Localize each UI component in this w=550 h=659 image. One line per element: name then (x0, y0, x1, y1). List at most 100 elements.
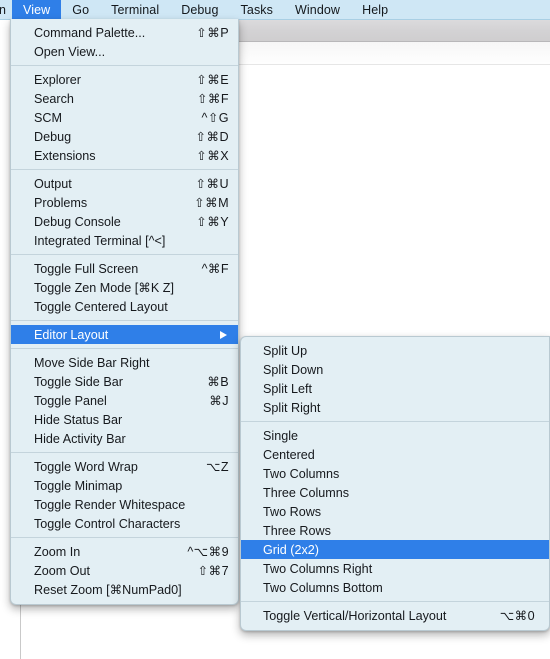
view-menu-item-integrated-terminal[interactable]: Integrated Terminal [^<] (11, 231, 238, 250)
menu-item-shortcut: ⇧⌘Y (196, 215, 229, 229)
menu-item-label: Two Columns (263, 466, 340, 481)
menu-item-shortcut: ⌘B (207, 375, 229, 389)
editor-layout-item-split-down[interactable]: Split Down (241, 360, 549, 379)
menu-item-label: Command Palette... (34, 25, 146, 40)
menu-item-label: Toggle Zen Mode [⌘K Z] (34, 281, 174, 295)
menu-item-label: Search (34, 91, 74, 106)
view-menu-item-extensions[interactable]: Extensions ⇧⌘X (11, 146, 238, 165)
editor-layout-item-two-columns-right[interactable]: Two Columns Right (241, 559, 549, 578)
editor-layout-item-two-columns-bottom[interactable]: Two Columns Bottom (241, 578, 549, 597)
menubar-item-go[interactable]: Go (61, 0, 100, 19)
view-menu-item-search[interactable]: Search ⇧⌘F (11, 89, 238, 108)
editor-layout-item-centered[interactable]: Centered (241, 445, 549, 464)
view-menu-item-problems[interactable]: Problems ⇧⌘M (11, 193, 238, 212)
menu-item-label: Output (34, 176, 72, 191)
menu-separator (11, 320, 238, 321)
menubar-item-window[interactable]: Window (284, 0, 351, 19)
menu-item-label: Toggle Vertical/Horizontal Layout (263, 608, 447, 623)
menu-item-label: Reset Zoom [⌘NumPad0] (34, 583, 182, 597)
view-menu-item-editor-layout[interactable]: Editor Layout (11, 325, 238, 344)
menu-item-label: Integrated Terminal [^<] (34, 233, 166, 248)
menu-item-label: Extensions (34, 148, 96, 163)
menu-separator (11, 169, 238, 170)
menu-item-shortcut: ⌥⌘0 (499, 609, 535, 623)
view-menu-item-toggle-centered-layout[interactable]: Toggle Centered Layout (11, 297, 238, 316)
menu-item-label: Open View... (34, 44, 106, 59)
menu-item-label: Debug (34, 129, 72, 144)
view-menu-panel: Command Palette... ⇧⌘P Open View... Explore… (10, 19, 239, 605)
menu-item-label: Toggle Word Wrap (34, 459, 138, 474)
menu-item-label: Centered (263, 447, 315, 462)
menu-item-label: Single (263, 428, 299, 443)
view-menu-item-toggle-side-bar[interactable]: Toggle Side Bar ⌘B (11, 372, 238, 391)
menu-item-label: Hide Status Bar (34, 412, 123, 427)
submenu-chevron-right-icon (220, 330, 227, 339)
menu-item-shortcut: ⇧⌘E (196, 73, 229, 87)
menubar-item-view[interactable]: View (12, 0, 62, 19)
menu-item-label: Three Rows (263, 523, 331, 538)
view-menu-item-explorer[interactable]: Explorer ⇧⌘E (11, 70, 238, 89)
menu-separator (11, 452, 238, 453)
view-menu-item-zoom-out[interactable]: Zoom Out ⇧⌘7 (11, 561, 238, 580)
editor-layout-item-split-right[interactable]: Split Right (241, 398, 549, 417)
menu-item-label: Move Side Bar Right (34, 355, 150, 370)
view-menu-item-command-palette[interactable]: Command Palette... ⇧⌘P (11, 23, 238, 42)
menu-item-shortcut: ⇧⌘X (196, 149, 229, 163)
view-menu-item-toggle-word-wrap[interactable]: Toggle Word Wrap ⌥Z (11, 457, 238, 476)
editor-layout-item-grid-2x2[interactable]: Grid (2x2) (241, 540, 549, 559)
menu-separator (11, 65, 238, 66)
view-menu-item-open-view[interactable]: Open View... (11, 42, 238, 61)
menu-item-shortcut: ^⇧G (201, 111, 229, 125)
editor-layout-item-split-up[interactable]: Split Up (241, 341, 549, 360)
editor-layout-item-single[interactable]: Single (241, 426, 549, 445)
menu-separator (11, 348, 238, 349)
view-menu-item-reset-zoom-numpad0[interactable]: Reset Zoom [⌘NumPad0] (11, 580, 238, 599)
menu-item-label: Hide Activity Bar (34, 431, 126, 446)
editor-layout-item-two-rows[interactable]: Two Rows (241, 502, 549, 521)
menu-item-shortcut: ⌥Z (205, 460, 229, 474)
editor-layout-submenu-panel: Split Up Split Down Split Left Split Right S… (240, 336, 550, 631)
view-menu-item-toggle-zen-mode-k-z[interactable]: Toggle Zen Mode [⌘K Z] (11, 278, 238, 297)
view-menu-item-toggle-panel[interactable]: Toggle Panel ⌘J (11, 391, 238, 410)
menu-item-shortcut: ⇧⌘D (195, 130, 229, 144)
menubar-item-truncated[interactable]: n (0, 0, 12, 19)
view-menu-item-toggle-control-characters[interactable]: Toggle Control Characters (11, 514, 238, 533)
view-menu-item-hide-status-bar[interactable]: Hide Status Bar (11, 410, 238, 429)
view-menu-item-debug[interactable]: Debug ⇧⌘D (11, 127, 238, 146)
menu-separator (241, 421, 549, 422)
menubar-item-terminal[interactable]: Terminal (100, 0, 170, 19)
view-menu-item-toggle-full-screen[interactable]: Toggle Full Screen ^⌘F (11, 259, 238, 278)
menubar-item-help[interactable]: Help (351, 0, 399, 19)
menu-item-shortcut: ⇧⌘F (196, 92, 229, 106)
view-menu-item-hide-activity-bar[interactable]: Hide Activity Bar (11, 429, 238, 448)
menu-item-label: Toggle Centered Layout (34, 299, 168, 314)
view-menu-item-toggle-minimap[interactable]: Toggle Minimap (11, 476, 238, 495)
view-menu-item-scm[interactable]: SCM ^⇧G (11, 108, 238, 127)
editor-layout-item-toggle-vertical-horizontal-layout[interactable]: Toggle Vertical/Horizontal Layout ⌥⌘0 (241, 606, 549, 625)
menu-item-label: Toggle Side Bar (34, 374, 123, 389)
editor-layout-item-two-columns[interactable]: Two Columns (241, 464, 549, 483)
view-menu-item-toggle-render-whitespace[interactable]: Toggle Render Whitespace (11, 495, 238, 514)
view-menu-item-move-side-bar-right[interactable]: Move Side Bar Right (11, 353, 238, 372)
menu-separator (241, 601, 549, 602)
editor-layout-item-three-rows[interactable]: Three Rows (241, 521, 549, 540)
editor-layout-item-three-columns[interactable]: Three Columns (241, 483, 549, 502)
menu-item-label: Split Down (263, 362, 324, 377)
menu-separator (11, 537, 238, 538)
menu-item-shortcut: ⌘J (209, 394, 229, 408)
menu-item-label: Explorer (34, 72, 81, 87)
menu-item-shortcut: ⇧⌘M (194, 196, 229, 210)
view-menu-item-debug-console[interactable]: Debug Console ⇧⌘Y (11, 212, 238, 231)
menu-item-shortcut: ⇧⌘P (196, 26, 229, 40)
menu-item-label: Three Columns (263, 485, 350, 500)
menu-item-shortcut: ⇧⌘7 (197, 564, 229, 578)
view-menu-item-output[interactable]: Output ⇧⌘U (11, 174, 238, 193)
editor-layout-item-split-left[interactable]: Split Left (241, 379, 549, 398)
menu-item-label: Toggle Minimap (34, 478, 123, 493)
menubar-item-debug[interactable]: Debug (170, 0, 229, 19)
menu-item-label: Two Columns Right (263, 561, 373, 576)
menu-item-label: Problems (34, 195, 88, 210)
menubar-item-tasks[interactable]: Tasks (230, 0, 284, 19)
view-menu-item-zoom-in[interactable]: Zoom In ^⌥⌘9 (11, 542, 238, 561)
menu-item-label: Zoom In (34, 544, 81, 559)
